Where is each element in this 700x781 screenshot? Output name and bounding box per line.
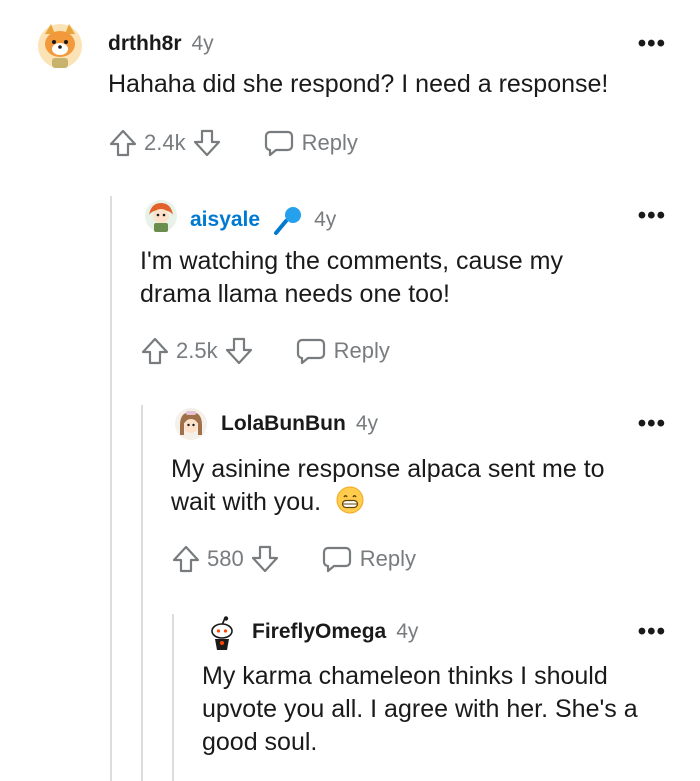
reply-bubble-icon (264, 130, 293, 157)
comment-text-line: My asinine response alpaca sent me to (171, 455, 605, 483)
downvote-icon[interactable] (192, 128, 222, 158)
vote-score: 2.5k (176, 338, 218, 363)
comment-text-line: I'm watching the comments, cause my (140, 247, 563, 275)
avatar[interactable] (174, 407, 208, 441)
comment-body: Hahaha did she respond? I need a respons… (108, 68, 608, 101)
username[interactable]: aisyale (190, 208, 260, 232)
thread-line-level-1[interactable] (110, 196, 112, 781)
comment-text-line: good soul. (202, 728, 318, 756)
more-options-button[interactable]: ••• (638, 620, 666, 644)
comment-actions: 2.4k Reply (108, 128, 358, 158)
comment-body: My asinine response alpaca sent me to wa… (171, 453, 605, 519)
comment-text-line: My karma chameleon thinks I should (202, 662, 608, 690)
timestamp: 4y (396, 620, 419, 643)
reply-bubble-icon (322, 546, 351, 573)
comment-text-line: Hahaha did she respond? I need a respons… (108, 70, 609, 98)
vote-controls: 2.5k (140, 336, 254, 366)
downvote-icon[interactable] (224, 336, 254, 366)
vote-controls: 2.4k (108, 128, 222, 158)
grinning-emoji-icon (336, 486, 364, 514)
comment-meta: LolaBunBun 4y (221, 412, 378, 436)
microphone-icon (274, 207, 302, 235)
vote-score: 2.4k (144, 130, 186, 155)
comment-body: My karma chameleon thinks I should upvot… (202, 660, 638, 759)
reply-label: Reply (359, 546, 416, 571)
avatar[interactable] (205, 616, 239, 650)
reply-bubble-icon (296, 338, 325, 365)
comment-text-line: upvote you all. I agree with her. She's … (202, 695, 638, 723)
reply-label: Reply (333, 338, 390, 363)
username[interactable]: LolaBunBun (221, 412, 346, 436)
comment-text-line: drama llama needs one too! (140, 280, 450, 308)
comment-meta: aisyale 4y (190, 204, 336, 236)
username[interactable]: FireflyOmega (252, 620, 386, 644)
thread-line-level-3[interactable] (172, 614, 174, 781)
thread-line-level-2[interactable] (141, 405, 143, 781)
username[interactable]: drthh8r (108, 32, 182, 56)
reply-button[interactable]: Reply (322, 545, 416, 573)
upvote-icon[interactable] (171, 544, 201, 574)
upvote-icon[interactable] (108, 128, 138, 158)
comment-meta: drthh8r 4y (108, 32, 214, 56)
comment-meta: FireflyOmega 4y (252, 620, 418, 644)
comment-text-line-with-emoji: wait with you. (171, 486, 605, 519)
avatar[interactable] (144, 199, 178, 233)
timestamp: 4y (355, 412, 378, 435)
comment-actions: 580 Reply (171, 544, 416, 574)
more-options-button[interactable]: ••• (638, 204, 666, 228)
reply-label: Reply (301, 130, 358, 155)
reply-button[interactable]: Reply (296, 337, 390, 365)
upvote-icon[interactable] (140, 336, 170, 366)
downvote-icon[interactable] (250, 544, 280, 574)
comment-actions: 2.5k Reply (140, 336, 390, 366)
timestamp: 4y (314, 208, 337, 231)
reply-button[interactable]: Reply (264, 129, 358, 157)
more-options-button[interactable]: ••• (638, 412, 666, 436)
more-options-button[interactable]: ••• (638, 32, 666, 56)
vote-score: 580 (207, 546, 244, 571)
comment-text-line: wait with you. (171, 488, 322, 516)
avatar[interactable] (37, 20, 83, 72)
timestamp: 4y (191, 32, 214, 55)
vote-controls: 580 (171, 544, 280, 574)
comment-body: I'm watching the comments, cause my dram… (140, 245, 563, 311)
